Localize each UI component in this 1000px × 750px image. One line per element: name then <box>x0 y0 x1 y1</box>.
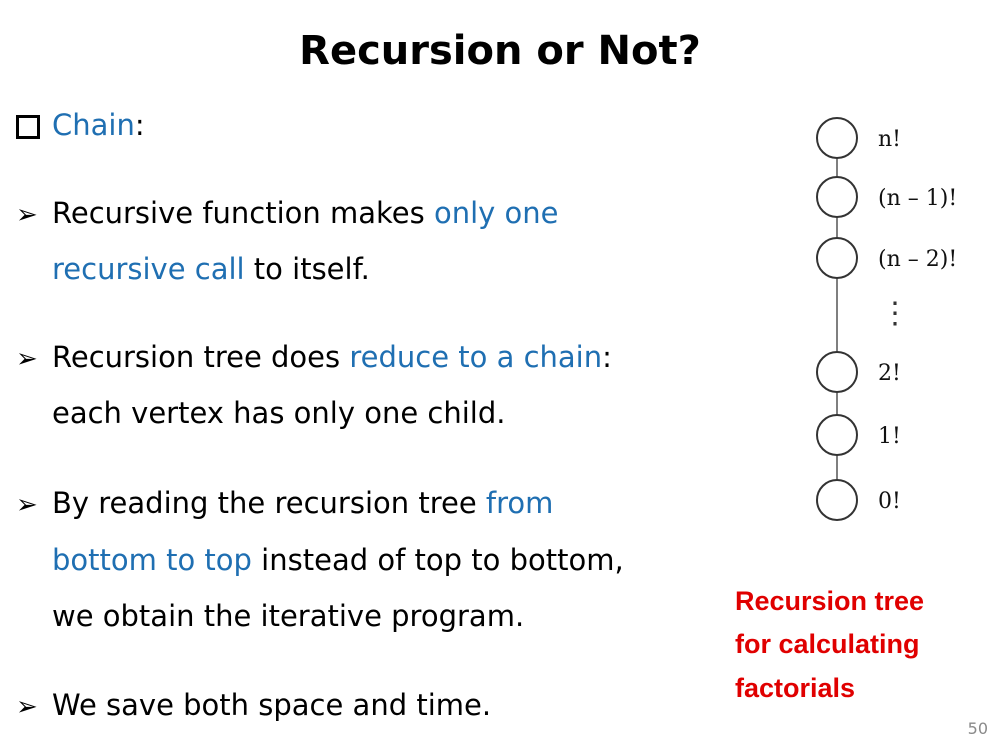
chain-node <box>816 176 858 218</box>
arrow-bullet-icon: ➢ <box>16 344 38 374</box>
bullet-2-text: Recursion tree does <box>52 340 350 374</box>
chain-node-label: 2! <box>878 361 901 386</box>
bullet-3-line-2: bottom to top instead of top to bottom, <box>52 543 624 577</box>
chain-node <box>816 479 858 521</box>
chain-node <box>816 237 858 279</box>
heading-keyword: Chain <box>52 108 135 142</box>
figure-caption-line-1: Recursion tree <box>735 586 925 616</box>
recursion-chain-figure: n! (n – 1)! (n – 2)! 2! 1! 0! ⋮ <box>816 117 957 521</box>
bullet-1-line-1: Recursive function makes only one <box>52 196 559 230</box>
bullet-2-line-2: each vertex has only one child. <box>52 396 506 430</box>
page-number: 50 <box>967 719 988 738</box>
arrow-bullet-icon: ➢ <box>16 692 38 722</box>
chain-node-label: 0! <box>878 489 901 514</box>
bullet-3-text-end: instead of top to bottom, <box>251 543 624 577</box>
bullet-2-colon: : <box>602 340 612 374</box>
chain-node <box>816 414 858 456</box>
arrow-bullet-icon: ➢ <box>16 200 38 230</box>
bullet-3-text: By reading the recursion tree <box>52 486 486 520</box>
chain-node <box>816 117 858 159</box>
chain-node <box>816 351 858 393</box>
arrow-bullet-icon: ➢ <box>16 490 38 520</box>
bullet-1-line-2: recursive call to itself. <box>52 252 370 286</box>
bullet-4-line-1: We save both space and time. <box>52 688 492 722</box>
figure-caption-line-2: for calculating <box>735 629 920 659</box>
bullet-1-highlight-2: recursive call <box>52 252 245 286</box>
chain-node-label: (n – 2)! <box>878 247 957 272</box>
checkbox-bullet-icon <box>16 115 40 139</box>
chain-node-label: (n – 1)! <box>878 186 957 211</box>
slide-title: Recursion or Not? <box>299 28 701 74</box>
bullet-2-highlight: reduce to a chain <box>349 340 603 374</box>
bullet-3-highlight: from <box>485 486 554 520</box>
bullet-1-highlight: only one <box>433 196 559 230</box>
bullet-1-text-end: to itself. <box>244 252 370 286</box>
bullet-1-text: Recursive function makes <box>52 196 434 230</box>
chain-node-label: 1! <box>878 424 901 449</box>
bullet-3-line-1: By reading the recursion tree from <box>52 486 553 520</box>
chain-node-label: n! <box>878 127 901 152</box>
heading-chain: Chain: <box>52 108 145 142</box>
bullet-3-highlight-2: bottom to top <box>52 543 252 577</box>
figure-caption-line-3: factorials <box>735 673 856 703</box>
bullet-2-line-1: Recursion tree does reduce to a chain: <box>52 340 612 374</box>
chain-ellipsis: ⋮ <box>880 296 910 331</box>
heading-colon: : <box>134 108 145 142</box>
bullet-3-line-3: we obtain the iterative program. <box>52 599 525 633</box>
